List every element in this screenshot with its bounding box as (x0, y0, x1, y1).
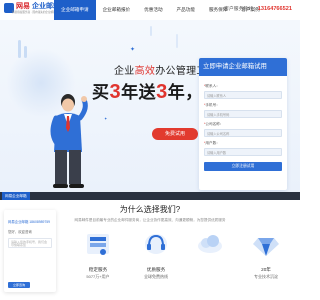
consult-popup: 网易企业邮箱 18608989759 您好，欢迎咨询 请输入您的手机号，我们会尽… (4, 210, 56, 292)
free-trial-button[interactable]: 免费试用 (152, 128, 198, 140)
company-label-text: 公司名称： (205, 122, 224, 126)
nav-item-pricing[interactable]: 企业邮箱报价 (96, 0, 138, 20)
cloud-icon (198, 235, 222, 253)
nav-item-features[interactable]: 产品功能 (170, 0, 202, 20)
hero-text: 买 (92, 83, 110, 102)
nav-item-apply[interactable]: 企业邮箱申请 (54, 0, 96, 20)
businessman-illustration (50, 94, 88, 188)
consult-greeting: 您好，欢迎咨询 (8, 230, 32, 234)
feature-title: 优质服务 (146, 267, 166, 272)
dark-strip (0, 192, 300, 200)
feature-desc: 全球免费热线 (144, 274, 168, 279)
server-icon (87, 234, 109, 255)
company-input[interactable]: 请输入公司名称 (204, 129, 282, 137)
trial-signup-form: 立即申请企业邮箱试用 *联系人： 请输入联系人 *手机号： 请输入手机号码 *公… (199, 58, 287, 190)
sparkle-icon: ✦ (130, 47, 136, 53)
phone-label-text: 手机号： (205, 103, 220, 107)
consult-button[interactable]: 立即咨询 (8, 282, 30, 288)
feature-title: 稳定服务 (88, 267, 108, 272)
brand-badge[interactable]: 网易企业邮箱 (2, 192, 30, 200)
deco-bar (18, 40, 21, 58)
hero-highlight: 3 (156, 81, 168, 103)
phone-label: *手机号： (204, 103, 282, 108)
phone-input[interactable]: 请输入手机号码 (204, 110, 282, 118)
site-header: 网易 企业邮箱 网易授权服务商 · 国内领先的企业邮箱服务商 企业邮箱申请 企业… (0, 0, 300, 20)
hero-banner: ✦ ✦ 企业高效办公管理工具 买3年送3年，多买多送 免费试用 立即申请企业邮箱… (0, 20, 300, 192)
users-input[interactable]: 请输入用户数 (204, 148, 282, 156)
headset-icon (145, 234, 167, 254)
users-label: *用户数： (204, 141, 282, 146)
hero-text: 年送 (121, 83, 157, 102)
deco-bar (150, 26, 152, 36)
hero-highlight: 高效 (134, 66, 156, 77)
diamond-icon (253, 238, 279, 256)
hero-highlight: 3 (109, 81, 122, 103)
feature-title: 20年 (261, 267, 271, 272)
feature-desc: 5077万+用户 (86, 274, 110, 279)
hero-text: 企业 (114, 66, 135, 77)
deco-bar (24, 46, 27, 58)
company-label: *公司名称： (204, 122, 282, 127)
feature-desc: 专业技术沉淀 (254, 274, 278, 279)
nav-item-promotions[interactable]: 优惠活动 (137, 0, 169, 20)
sparkle-icon: ✦ (104, 116, 108, 121)
users-label-text: 用户数： (205, 141, 220, 145)
consult-contact: 网易企业邮箱 18608989759 (8, 220, 51, 224)
hotline-label: 客户服务热线： (224, 7, 258, 12)
contact-label: *联系人： (204, 84, 282, 89)
feature-cloud (180, 228, 240, 265)
consult-phone-input[interactable]: 请输入您的手机号，我们会尽快联系您 (8, 238, 52, 248)
feature-service: 优质服务 全球免费热线 (126, 228, 186, 280)
contact-label-text: 联系人： (205, 84, 220, 88)
deco-bar (176, 34, 178, 48)
contact-input[interactable]: 请输入联系人 (204, 91, 282, 99)
hotline: 客户服务热线：13164766521 (224, 5, 292, 12)
hotline-number[interactable]: 13164766521 (258, 6, 292, 12)
submit-trial-button[interactable]: 立即注册试用 (204, 162, 282, 171)
form-title: 立即申请企业邮箱试用 (199, 58, 287, 76)
feature-stable: 稳定服务 5077万+用户 (68, 228, 128, 280)
feature-experience: 20年 专业技术沉淀 (236, 228, 296, 280)
